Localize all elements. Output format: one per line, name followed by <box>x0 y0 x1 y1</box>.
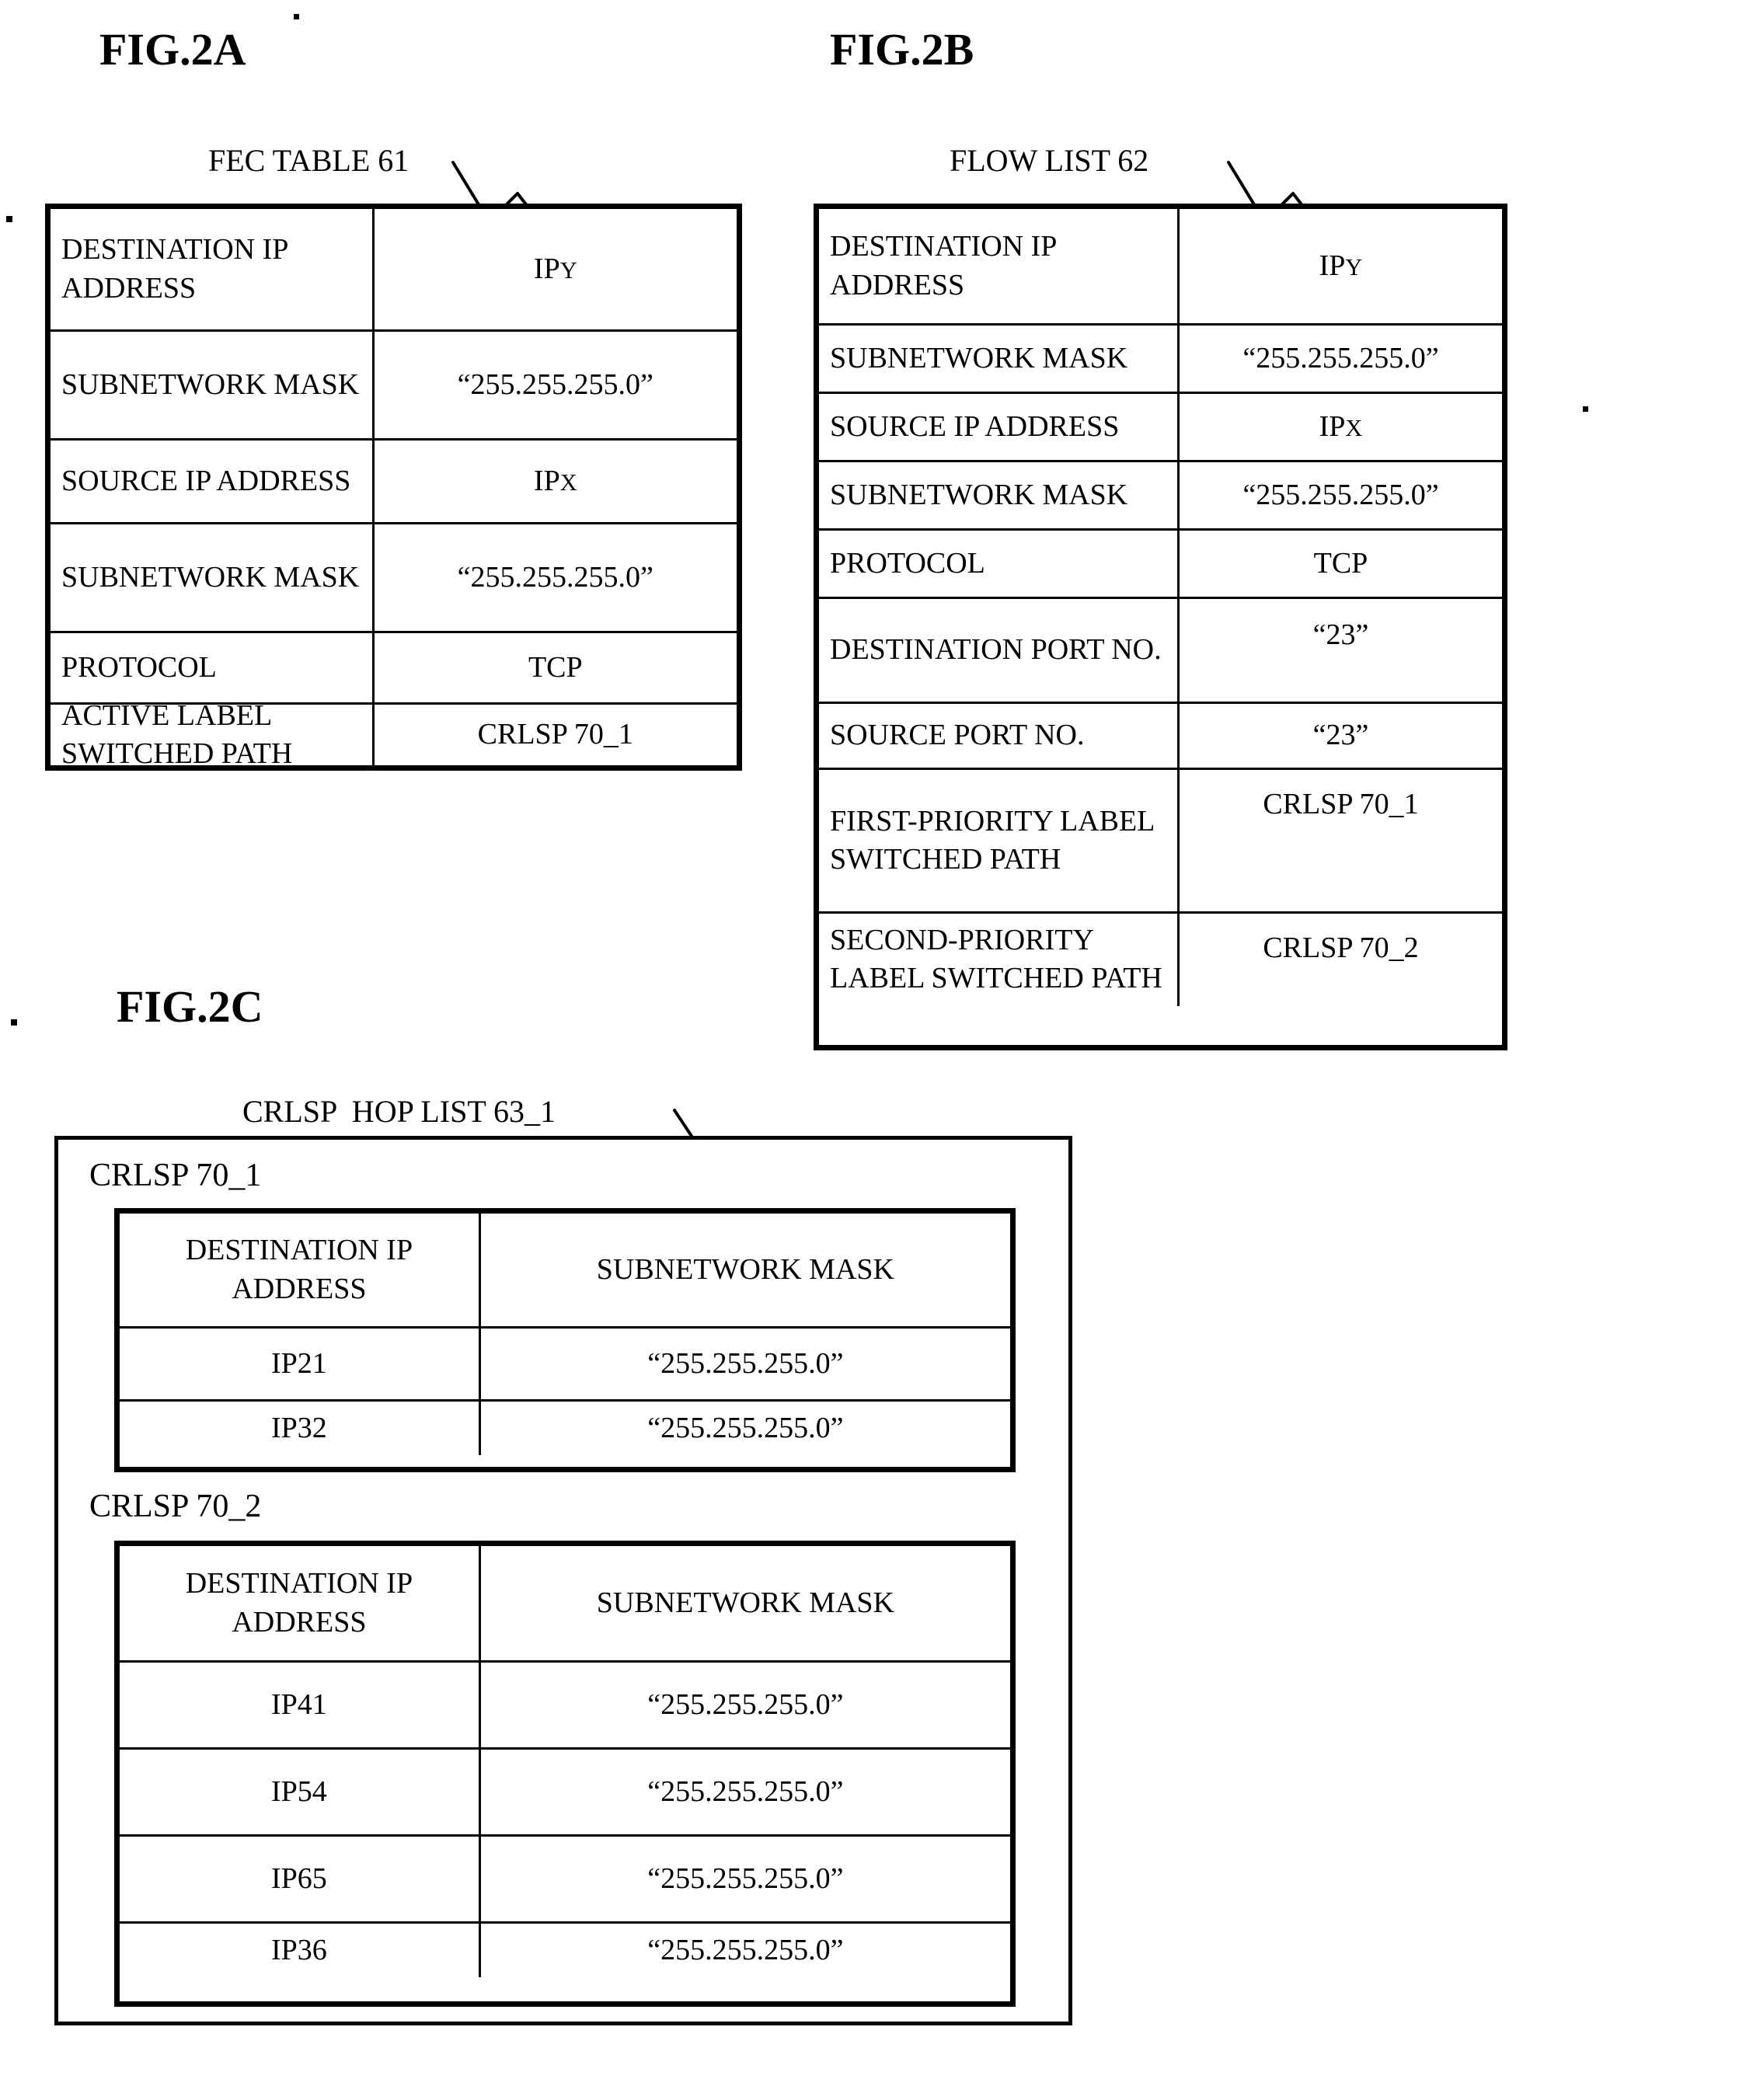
row-value: IPX <box>533 464 577 497</box>
table-row: SUBNETWORK MASK “255.255.255.0” <box>51 524 737 633</box>
table-row: IP65 “255.255.255.0” <box>120 1837 1010 1924</box>
cell-destination-ip: IP36 <box>120 1924 481 1978</box>
row-value: IPX <box>1319 409 1363 443</box>
row-value: TCP <box>1313 546 1368 580</box>
table-row: ACTIVE LABEL SWITCHED PATH CRLSP 70_1 <box>51 699 737 770</box>
table-row: IP36 “255.255.255.0” <box>120 1924 1010 1978</box>
figure-title-2b: FIG.2B <box>830 24 974 75</box>
cell-destination-ip: IP65 <box>120 1837 481 1921</box>
crlsp-hop-list-63-1-box: CRLSP 70_1 DESTINATION IP ADDRESS SUBNET… <box>54 1136 1072 2025</box>
row-value: “23” <box>1312 719 1369 752</box>
table-row: SOURCE IP ADDRESS IPX <box>819 394 1502 462</box>
cell-destination-ip: IP21 <box>120 1329 481 1399</box>
row-value: TCP <box>528 650 583 684</box>
row-value: CRLSP 70_1 <box>477 718 633 751</box>
row-value: “255.255.255.0” <box>457 560 653 594</box>
table-row: SOURCE PORT NO. “23” <box>819 704 1502 770</box>
figure-title-2c: FIG.2C <box>117 981 263 1032</box>
row-value: “255.255.255.0” <box>457 367 653 401</box>
row-value: IPY <box>1319 249 1363 282</box>
table-header-row: DESTINATION IP ADDRESS SUBNETWORK MASK <box>120 1546 1010 1663</box>
flow-list-62: DESTINATION IP ADDRESS IPY SUBNETWORK MA… <box>814 204 1507 1050</box>
table-row: IP21 “255.255.255.0” <box>120 1329 1010 1402</box>
figure-caption-2a: FEC TABLE 61 <box>208 143 409 178</box>
cell-subnetwork-mask: “255.255.255.0” <box>647 1774 844 1808</box>
table-row: PROTOCOL TCP <box>51 633 737 705</box>
table-row: SUBNETWORK MASK “255.255.255.0” <box>819 326 1502 394</box>
table-row: SUBNETWORK MASK “255.255.255.0” <box>51 332 737 441</box>
column-header-subnetwork-mask: SUBNETWORK MASK <box>596 1252 894 1286</box>
table-row: IP41 “255.255.255.0” <box>120 1663 1010 1750</box>
cell-subnetwork-mask: “255.255.255.0” <box>647 1346 844 1380</box>
cell-subnetwork-mask: “255.255.255.0” <box>647 1687 844 1721</box>
group-label-crlsp-70-2: CRLSP 70_2 <box>89 1489 262 1524</box>
scan-speck <box>11 1019 17 1026</box>
group-label-crlsp-70-1: CRLSP 70_1 <box>89 1158 262 1193</box>
table-row: DESTINATION IP ADDRESS IPY <box>51 209 737 332</box>
table-row: FIRST-PRIORITY LABEL SWITCHED PATH CRLSP… <box>819 770 1502 914</box>
row-key: SUBNETWORK MASK <box>51 524 375 631</box>
table-row: IP32 “255.255.255.0” <box>120 1402 1010 1456</box>
scan-speck <box>6 216 12 222</box>
figure-caption-2b: FLOW LIST 62 <box>950 143 1149 178</box>
table-row: SOURCE IP ADDRESS IPX <box>51 441 737 524</box>
row-key: ACTIVE LABEL SWITCHED PATH <box>51 699 375 770</box>
row-value: “255.255.255.0” <box>1242 478 1439 511</box>
row-key: DESTINATION PORT NO. <box>819 599 1180 702</box>
cell-destination-ip: IP41 <box>120 1663 481 1747</box>
row-value: CRLSP 70_1 <box>1263 788 1419 820</box>
crlsp-70-1-hop-table: DESTINATION IP ADDRESS SUBNETWORK MASK I… <box>114 1208 1016 1472</box>
fec-table-61: DESTINATION IP ADDRESS IPY SUBNETWORK MA… <box>45 204 742 771</box>
column-header-destination-ip: DESTINATION IP ADDRESS <box>120 1546 481 1660</box>
row-key: SUBNETWORK MASK <box>819 326 1180 392</box>
row-key: SECOND-PRIORITY LABEL SWITCHED PATH <box>819 914 1180 1006</box>
table-row: SECOND-PRIORITY LABEL SWITCHED PATH CRLS… <box>819 914 1502 1006</box>
row-key: DESTINATION IP ADDRESS <box>51 209 375 329</box>
figure-title-2a: FIG.2A <box>99 24 246 75</box>
table-row: PROTOCOL TCP <box>819 531 1502 599</box>
row-key: SUBNETWORK MASK <box>819 462 1180 528</box>
scan-speck <box>294 14 299 19</box>
figure-caption-2c: CRLSP HOP LIST 63_1 <box>242 1094 556 1129</box>
table-row: SUBNETWORK MASK “255.255.255.0” <box>819 462 1502 531</box>
row-value: “23” <box>1312 618 1369 651</box>
cell-subnetwork-mask: “255.255.255.0” <box>647 1934 844 1966</box>
cell-destination-ip: IP32 <box>120 1402 481 1456</box>
row-key: FIRST-PRIORITY LABEL SWITCHED PATH <box>819 770 1180 911</box>
row-key: SOURCE PORT NO. <box>819 704 1180 768</box>
row-key: SUBNETWORK MASK <box>51 332 375 438</box>
cell-destination-ip: IP54 <box>120 1750 481 1834</box>
row-key: PROTOCOL <box>51 633 375 702</box>
cell-subnetwork-mask: “255.255.255.0” <box>647 1412 844 1444</box>
crlsp-70-2-hop-table: DESTINATION IP ADDRESS SUBNETWORK MASK I… <box>114 1541 1016 2007</box>
column-header-destination-ip: DESTINATION IP ADDRESS <box>120 1214 481 1326</box>
table-header-row: DESTINATION IP ADDRESS SUBNETWORK MASK <box>120 1214 1010 1329</box>
row-key: DESTINATION IP ADDRESS <box>819 209 1180 323</box>
cell-subnetwork-mask: “255.255.255.0” <box>647 1861 844 1895</box>
row-value: “255.255.255.0” <box>1242 341 1439 374</box>
table-row: DESTINATION IP ADDRESS IPY <box>819 209 1502 326</box>
row-value: CRLSP 70_2 <box>1263 932 1419 964</box>
table-row: IP54 “255.255.255.0” <box>120 1750 1010 1837</box>
row-key: SOURCE IP ADDRESS <box>51 441 375 522</box>
column-header-subnetwork-mask: SUBNETWORK MASK <box>596 1586 894 1619</box>
row-key: SOURCE IP ADDRESS <box>819 394 1180 460</box>
table-row: DESTINATION PORT NO. “23” <box>819 599 1502 704</box>
row-key: PROTOCOL <box>819 531 1180 597</box>
row-value: IPY <box>533 252 577 285</box>
scan-speck <box>1583 406 1588 412</box>
